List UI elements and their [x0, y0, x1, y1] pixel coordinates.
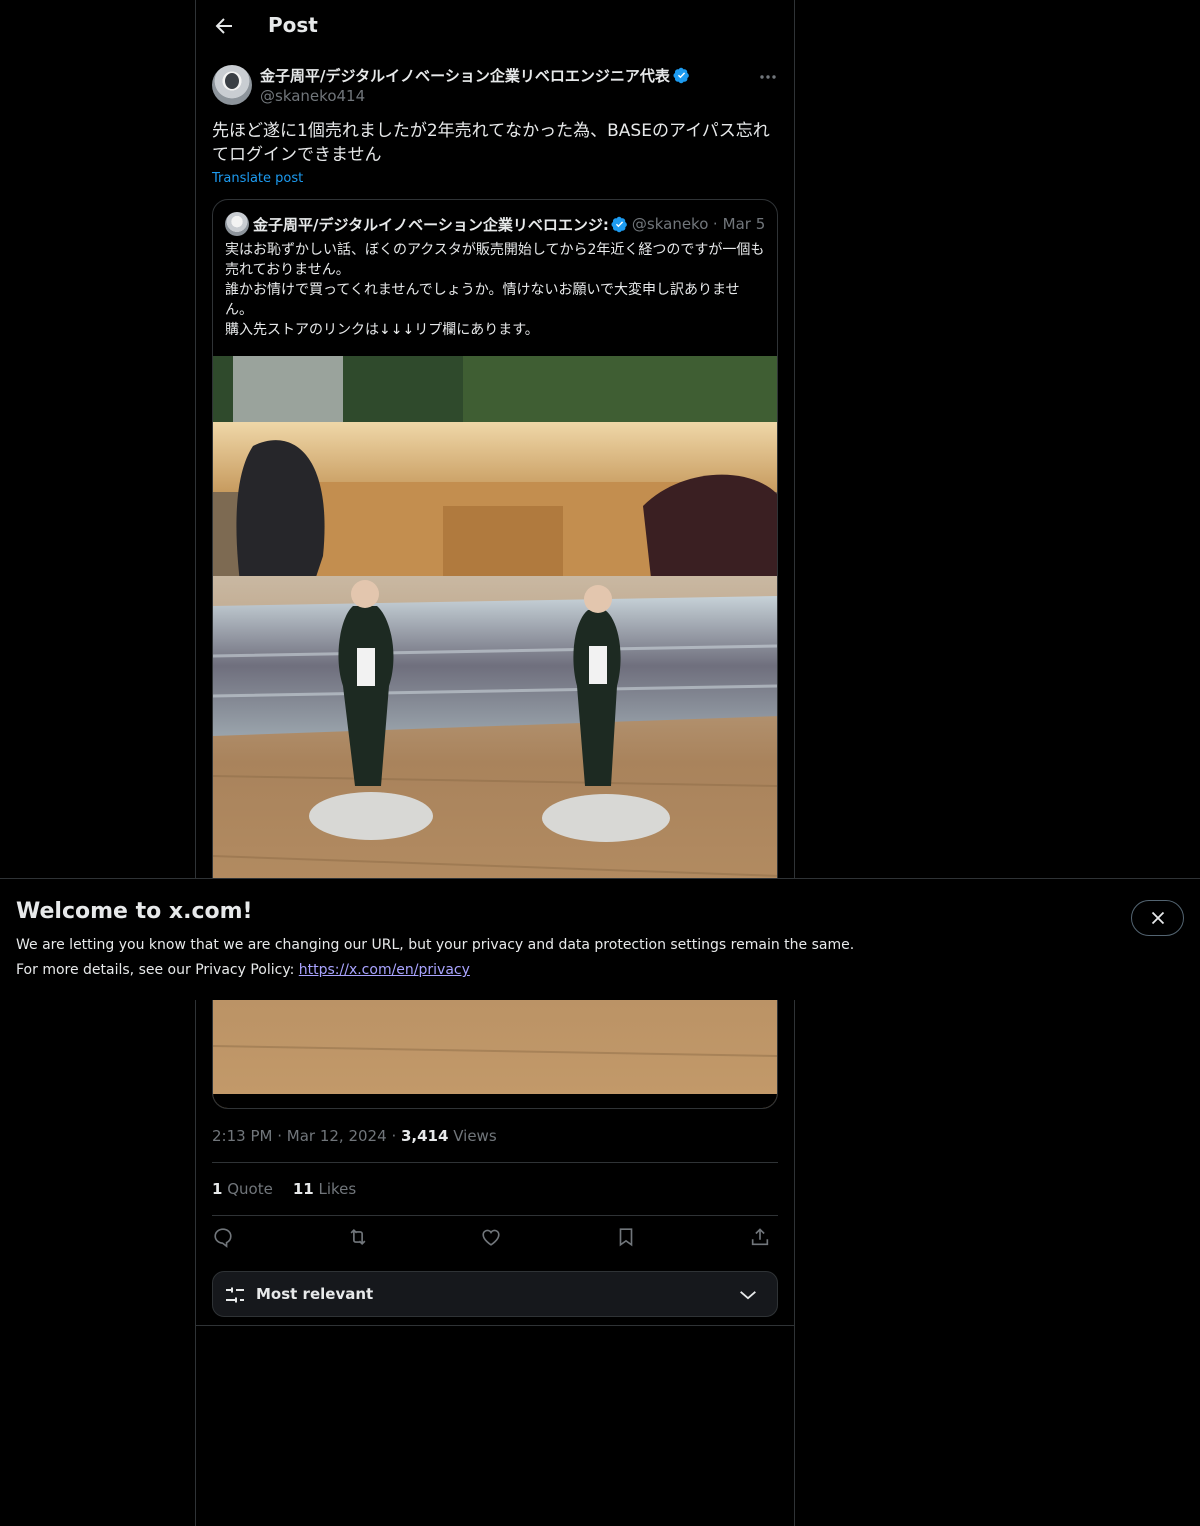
- chevron-down-icon: [740, 1291, 756, 1300]
- privacy-policy-link[interactable]: https://x.com/en/privacy: [299, 962, 470, 978]
- quoted-avatar: [225, 212, 249, 236]
- quotes-count: 1: [212, 1180, 223, 1198]
- verified-badge-icon: [673, 67, 689, 84]
- post-date[interactable]: Mar 12, 2024: [287, 1127, 387, 1145]
- post-time[interactable]: 2:13 PM: [212, 1127, 272, 1145]
- banner-privacy-line: For more details, see our Privacy Policy…: [16, 962, 470, 978]
- banner-privacy-prefix: For more details, see our Privacy Policy…: [16, 962, 299, 978]
- quoted-post-header: 金子周平/デジタルイノベーション企業リベロエンジ: @skaneko414 · …: [225, 212, 765, 236]
- quoted-date: Mar 5: [722, 215, 765, 233]
- quotes-label: Quote: [227, 1180, 273, 1198]
- divider: [196, 1325, 794, 1326]
- quoted-line: 購入先ストアのリンクは↓↓↓リプ欄にあります。: [225, 322, 539, 338]
- reply-icon[interactable]: [212, 1226, 238, 1252]
- author-name[interactable]: 金子周平/デジタルイノベーション企業リベロエンジニア代表: [260, 67, 670, 85]
- top-bar: Post: [196, 0, 794, 53]
- banner-message: We are letting you know that we are chan…: [16, 937, 855, 953]
- quoted-author-handle: @skaneko414: [631, 215, 708, 233]
- like-icon[interactable]: [480, 1226, 506, 1252]
- close-icon: [1151, 911, 1165, 925]
- separator-dot: ·: [712, 215, 718, 233]
- url-change-banner: Welcome to x.com! We are letting you kno…: [0, 878, 1200, 1000]
- divider: [212, 1215, 778, 1216]
- author-name-row[interactable]: 金子周平/デジタルイノベーション企業リベロエンジニア代表: [260, 65, 690, 86]
- likes-count: 11: [292, 1180, 314, 1198]
- action-bar: [212, 1226, 778, 1252]
- views-label: Views: [453, 1127, 497, 1145]
- quotes-stat[interactable]: 1 Quote: [212, 1180, 273, 1198]
- quoted-post-text: 実はお恥ずかしい話、ぼくのアクスタが販売開始してから2年近く経つのですが一個も売…: [225, 240, 767, 340]
- post-text: 先ほど遂に1個売れましたが2年売れてなかった為、BASEのアイパス忘れてログイン…: [212, 121, 770, 165]
- post-author: 金子周平/デジタルイノベーション企業リベロエンジニア代表 @skaneko414: [212, 65, 778, 107]
- quoted-line: 実はお恥ずかしい話、ぼくのアクスタが販売開始してから2年近く経つのですが一個も売…: [225, 242, 765, 278]
- likes-stat[interactable]: 11 Likes: [293, 1180, 356, 1198]
- avatar[interactable]: [212, 65, 252, 105]
- bookmark-icon[interactable]: [615, 1226, 641, 1252]
- quoted-line: 誰かお情けで買ってくれませんでしょうか。情けないお願いで大変申し訳ありません。: [225, 282, 740, 318]
- verified-badge-icon: [611, 216, 627, 232]
- views-count: 3,414: [400, 1127, 449, 1145]
- close-banner-button[interactable]: [1131, 900, 1184, 936]
- page-title: Post: [268, 13, 318, 37]
- author-handle[interactable]: @skaneko414: [260, 87, 365, 105]
- banner-title: Welcome to x.com!: [16, 899, 253, 924]
- divider: [212, 1162, 778, 1163]
- translate-post-link[interactable]: Translate post: [212, 171, 303, 186]
- separator-dot: ·: [391, 1127, 401, 1145]
- separator-dot: ·: [277, 1127, 287, 1145]
- share-icon[interactable]: [749, 1226, 775, 1252]
- likes-label: Likes: [318, 1180, 357, 1198]
- quoted-author-name: 金子周平/デジタルイノベーション企業リベロエンジ:: [253, 215, 609, 234]
- post-stats: 1 Quote 11 Likes: [212, 1180, 356, 1198]
- more-icon[interactable]: [758, 67, 778, 87]
- back-arrow-icon[interactable]: [212, 14, 236, 38]
- main-column: Post 金子周平/デジタルイノベーション企業リベロエンジニア代表 @skane…: [195, 0, 795, 1526]
- post-meta: 2:13 PM · Mar 12, 2024 · 3,414 Views: [212, 1127, 497, 1145]
- sliders-icon: [226, 1287, 244, 1303]
- repost-icon[interactable]: [346, 1226, 372, 1252]
- sort-replies-dropdown[interactable]: Most relevant: [212, 1271, 778, 1317]
- sort-label: Most relevant: [256, 1285, 374, 1303]
